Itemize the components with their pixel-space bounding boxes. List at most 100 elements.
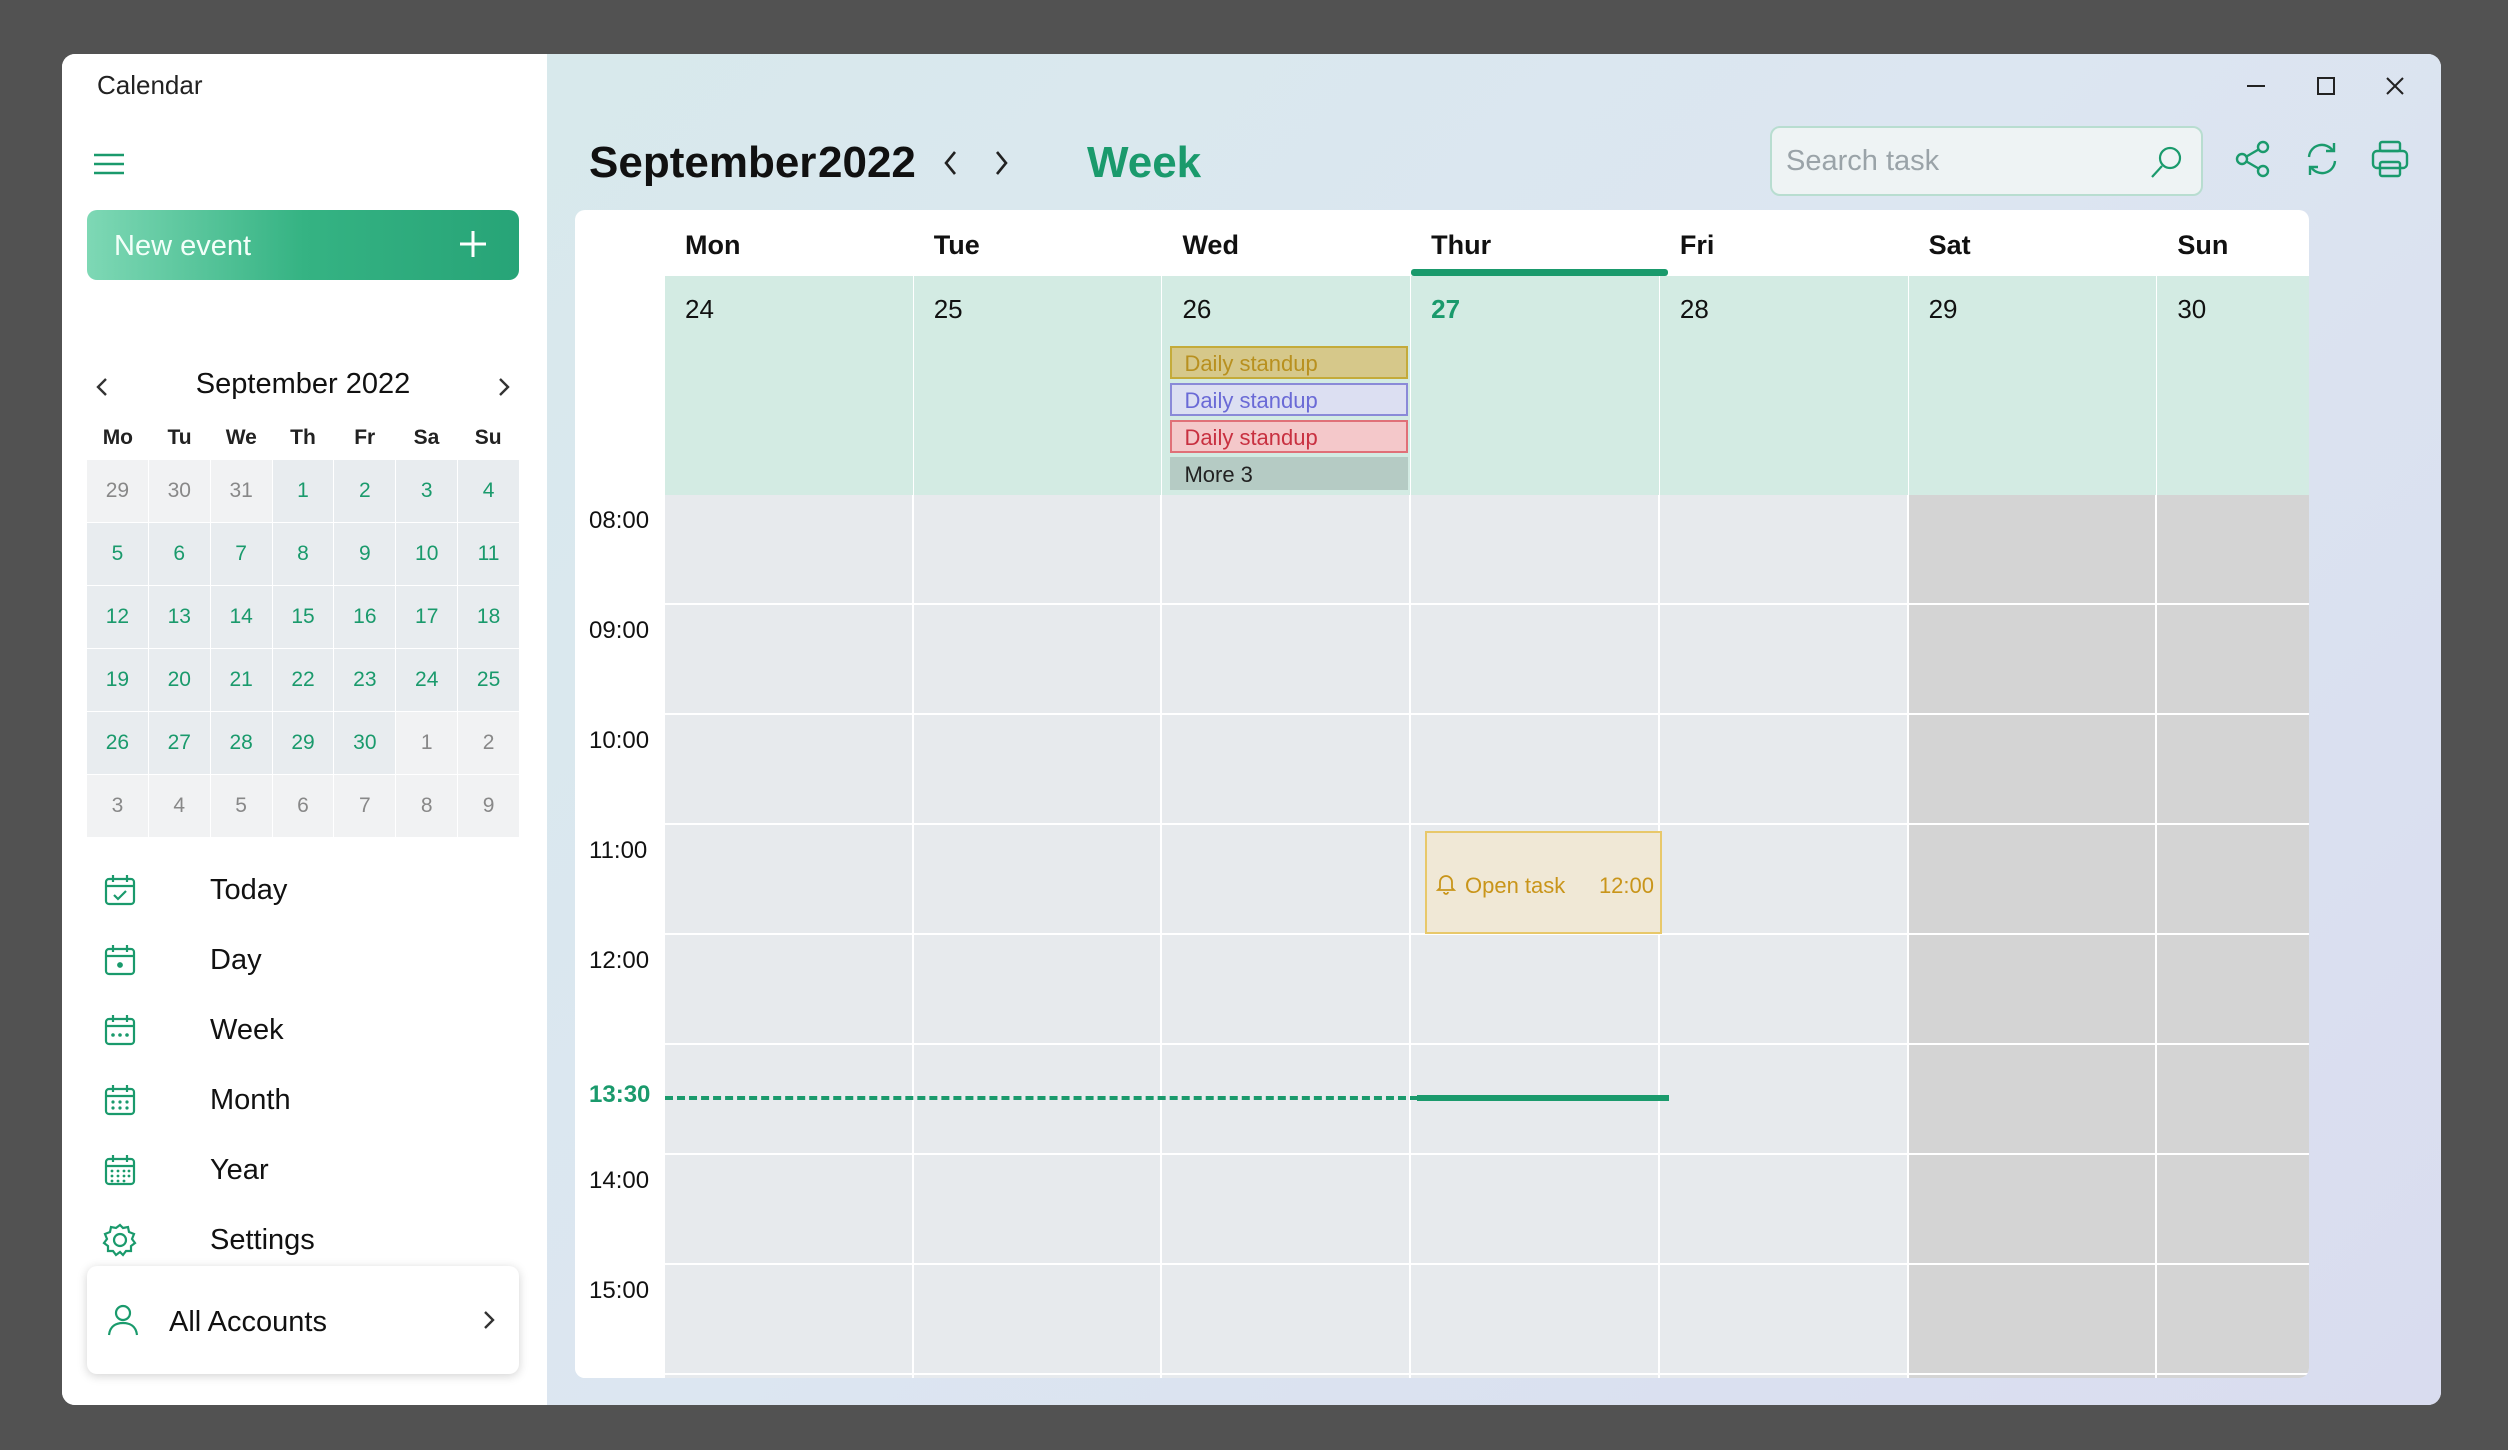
time-column: 08:00 09:00 10:00 11:00 12:00 13:30 14:0… <box>575 495 665 1378</box>
mini-day[interactable]: 3 <box>87 775 148 837</box>
all-day-cell[interactable]: 29 <box>1909 276 2158 495</box>
weekday-label: Mo <box>102 426 134 449</box>
mini-day[interactable]: 1 <box>396 712 458 774</box>
print-icon[interactable] <box>2369 138 2411 180</box>
nav-item-today[interactable]: Today <box>102 860 522 930</box>
mini-day[interactable]: 15 <box>272 586 334 648</box>
mini-day[interactable]: 19 <box>87 649 148 711</box>
more-events-button[interactable]: More 3 <box>1170 457 1409 490</box>
day-header-thur[interactable]: Thur <box>1411 210 1668 276</box>
all-day-cell[interactable]: 25 <box>914 276 1163 495</box>
search-input[interactable] <box>1786 138 2146 184</box>
mini-day[interactable]: 17 <box>396 586 458 648</box>
current-time-label: 13:30 <box>589 1081 651 1108</box>
mini-day[interactable]: 29 <box>87 460 148 522</box>
chevron-right-icon[interactable] <box>489 372 519 402</box>
chevron-right-icon[interactable] <box>984 146 1018 180</box>
date-number: 25 <box>933 294 963 324</box>
mini-day[interactable]: 6 <box>272 775 334 837</box>
mini-day[interactable]: 26 <box>87 712 148 774</box>
day-header-sat[interactable]: Sat <box>1909 210 2158 276</box>
mini-day[interactable]: 24 <box>396 649 458 711</box>
mini-day[interactable]: 4 <box>458 460 519 522</box>
hamburger-menu-icon[interactable] <box>92 147 126 181</box>
maximize-icon[interactable] <box>2304 64 2348 108</box>
all-day-cell[interactable]: 27 <box>1411 276 1660 495</box>
bell-icon <box>1434 871 1458 895</box>
event-chip-daily-standup[interactable]: Daily standup <box>1170 346 1409 379</box>
chevron-left-icon[interactable] <box>934 146 968 180</box>
nav-item-month[interactable]: Month <box>102 1070 522 1140</box>
mini-day[interactable]: 12 <box>87 586 148 648</box>
mini-day[interactable]: 23 <box>334 649 396 711</box>
mini-day[interactable]: 9 <box>334 523 396 585</box>
day-header-fri[interactable]: Fri <box>1660 210 1909 276</box>
new-event-button[interactable]: New event <box>87 210 519 280</box>
day-column[interactable] <box>665 495 914 1378</box>
mini-day[interactable]: 10 <box>396 523 458 585</box>
all-day-cell[interactable]: 24 <box>665 276 914 495</box>
mini-day[interactable]: 4 <box>148 775 210 837</box>
task-time: 12:00 <box>1598 873 1654 898</box>
mini-day[interactable]: 7 <box>210 523 272 585</box>
mini-day[interactable]: 30 <box>148 460 210 522</box>
calendar-year-icon <box>102 1152 138 1188</box>
mini-day[interactable]: 5 <box>210 775 272 837</box>
day-header-tue[interactable]: Tue <box>914 210 1163 276</box>
mini-day[interactable]: 2 <box>334 460 396 522</box>
day-header-mon[interactable]: Mon <box>665 210 914 276</box>
event-chip-daily-standup[interactable]: Daily standup <box>1170 383 1409 416</box>
mini-day[interactable]: 8 <box>272 523 334 585</box>
task-card[interactable]: Open task 12:00 <box>1425 831 1662 934</box>
nav-item-label: Month <box>210 1084 291 1116</box>
mini-day[interactable]: 30 <box>334 712 396 774</box>
mini-day[interactable]: 1 <box>272 460 334 522</box>
search-icon[interactable] <box>2149 144 2185 180</box>
share-icon[interactable] <box>2232 138 2274 180</box>
mini-day[interactable]: 2 <box>458 712 519 774</box>
event-chip-daily-standup[interactable]: Daily standup <box>1170 420 1409 453</box>
all-day-cell[interactable]: 30 <box>2157 276 2309 495</box>
mini-day[interactable]: 11 <box>458 523 519 585</box>
mini-day[interactable]: 21 <box>210 649 272 711</box>
all-day-cell[interactable]: 28 <box>1660 276 1909 495</box>
day-column[interactable] <box>1162 495 1412 1378</box>
current-year: 2022 <box>818 138 916 187</box>
mini-day[interactable]: 14 <box>210 586 272 648</box>
search-box <box>1770 126 2203 196</box>
mini-day[interactable]: 8 <box>396 775 458 837</box>
day-column[interactable] <box>1411 495 1660 1378</box>
day-header-wed[interactable]: Wed <box>1162 210 1411 276</box>
mini-day[interactable]: 16 <box>334 586 396 648</box>
sync-icon[interactable] <box>2301 138 2343 180</box>
mini-day[interactable]: 13 <box>148 586 210 648</box>
view-mode-label[interactable]: Week <box>1087 138 1201 188</box>
mini-day[interactable]: 5 <box>87 523 148 585</box>
day-column-weekend[interactable] <box>2157 495 2309 1378</box>
nav-item-day[interactable]: Day <box>102 930 522 1000</box>
mini-day[interactable]: 6 <box>148 523 210 585</box>
time-grid: 08:00 09:00 10:00 11:00 12:00 13:30 14:0… <box>575 495 2309 1378</box>
minimize-icon[interactable] <box>2234 64 2278 108</box>
mini-day[interactable]: 3 <box>396 460 458 522</box>
day-header-label: Tue <box>933 230 980 260</box>
mini-day[interactable]: 22 <box>272 649 334 711</box>
close-icon[interactable] <box>2373 64 2417 108</box>
day-column[interactable] <box>913 495 1163 1378</box>
nav-item-week[interactable]: Week <box>102 1000 522 1070</box>
day-column-weekend[interactable] <box>1908 495 2158 1378</box>
mini-day[interactable]: 7 <box>334 775 396 837</box>
mini-day[interactable]: 28 <box>210 712 272 774</box>
day-column[interactable] <box>1659 495 1909 1378</box>
all-day-cell[interactable]: 26 Daily standup Daily standup Daily sta… <box>1162 276 1412 495</box>
mini-day[interactable]: 20 <box>148 649 210 711</box>
all-accounts-button[interactable]: All Accounts <box>87 1266 519 1374</box>
mini-day[interactable]: 29 <box>272 712 334 774</box>
mini-day[interactable]: 9 <box>458 775 519 837</box>
nav-item-year[interactable]: Year <box>102 1140 522 1210</box>
mini-day[interactable]: 27 <box>148 712 210 774</box>
day-header-sun[interactable]: Sun <box>2157 210 2309 276</box>
mini-day[interactable]: 25 <box>458 649 519 711</box>
mini-day[interactable]: 18 <box>458 586 519 648</box>
mini-day[interactable]: 31 <box>210 460 272 522</box>
